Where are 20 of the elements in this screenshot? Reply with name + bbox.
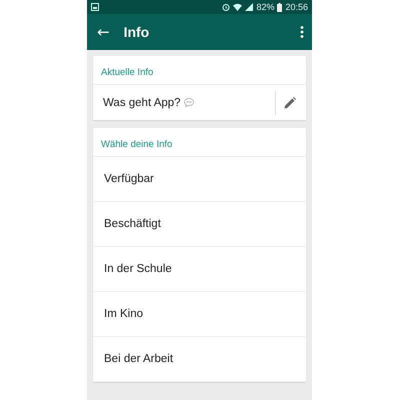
current-status-text: Was geht App? <box>103 96 181 108</box>
alarm-icon <box>222 3 230 11</box>
section-header: Wähle deine Info <box>93 128 306 157</box>
back-button[interactable]: ← <box>93 23 114 41</box>
clock-time: 20:56 <box>285 2 308 12</box>
battery-percent: 82% <box>256 2 274 12</box>
wifi-icon <box>233 3 242 11</box>
picture-icon <box>91 3 99 11</box>
signal-icon <box>245 3 254 11</box>
status-option[interactable]: Bei der Arbeit <box>93 337 306 382</box>
section-header: Aktuelle Info <box>93 56 306 85</box>
more-menu-icon[interactable] <box>300 26 304 38</box>
status-option[interactable]: Verfügbar <box>93 157 306 202</box>
speech-bubble-icon <box>184 98 194 107</box>
status-option[interactable]: Im Kino <box>93 292 306 337</box>
status-option[interactable]: Beschäftigt <box>93 202 306 247</box>
battery-icon <box>277 2 282 12</box>
screen-title: Info <box>124 24 150 40</box>
status-option[interactable]: In der Schule <box>93 247 306 292</box>
edit-icon[interactable] <box>284 96 296 108</box>
